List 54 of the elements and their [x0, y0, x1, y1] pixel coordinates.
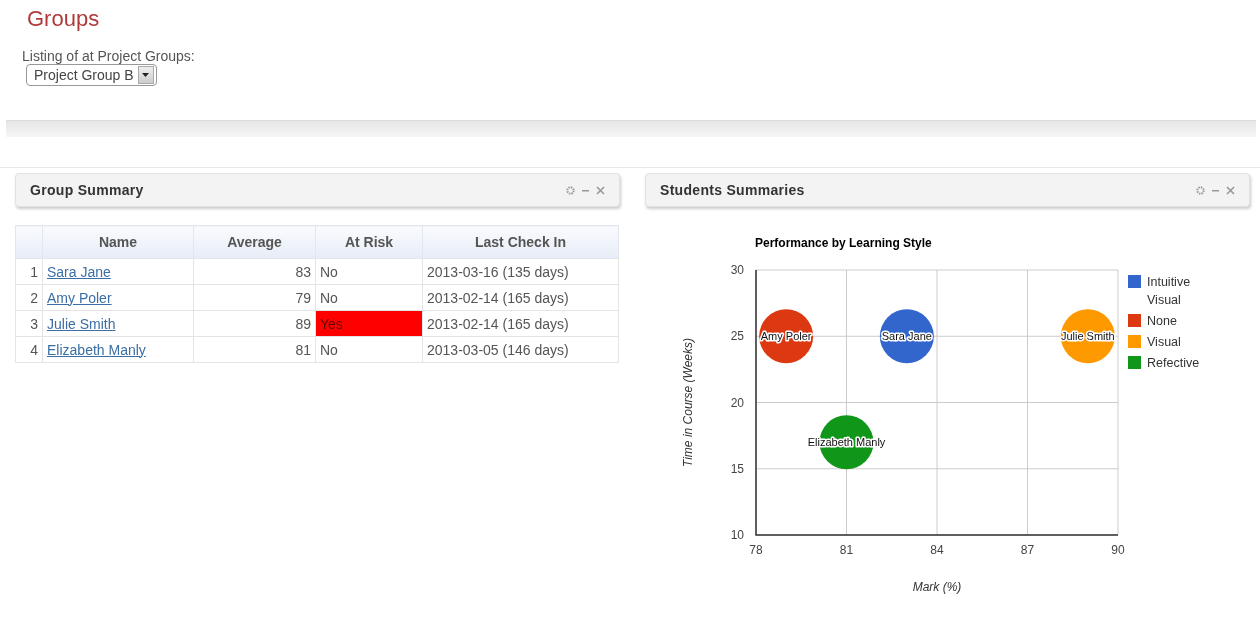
x-tick-label: 87: [1020, 543, 1035, 557]
table-cell: 2013-03-16 (135 days): [422, 258, 619, 285]
column-header: At Risk: [315, 225, 423, 259]
table-cell: 81: [193, 336, 316, 363]
column-header: Name: [42, 225, 194, 259]
picker-label: Listing of at Project Groups:: [22, 48, 195, 64]
caret-icon: [137, 66, 154, 84]
legend-label: Visual: [1147, 335, 1181, 349]
legend-label: Intuitive Visual: [1147, 275, 1191, 307]
close-icon[interactable]: [1226, 185, 1235, 195]
y-tick-label: 10: [730, 528, 744, 542]
x-tick-label: 90: [1111, 543, 1125, 557]
table-cell: Yes: [315, 310, 423, 337]
panel-title: Students Summaries: [660, 182, 805, 198]
x-axis-title: Mark (%): [912, 580, 962, 594]
bubble-label: Amy Poler: [760, 330, 812, 343]
group-select[interactable]: Project Group B: [26, 64, 157, 86]
table-cell: 79: [193, 284, 316, 311]
table-cell: No: [315, 258, 423, 285]
x-tick-label: 81: [839, 543, 854, 557]
y-tick-label: 15: [730, 461, 744, 476]
y-tick-label: 25: [730, 329, 744, 344]
column-header: Last Check In: [422, 225, 619, 259]
settings-icon[interactable]: [1196, 185, 1205, 195]
row-number: 3: [15, 310, 43, 337]
bubble-label: Julie Smith: [1060, 330, 1115, 343]
legend-label: Refective: [1147, 356, 1200, 370]
bubble-label: Sara Jane: [881, 330, 932, 343]
close-icon[interactable]: [596, 185, 605, 195]
y-axis-title: Time in Course (Weeks): [681, 338, 695, 467]
table-cell: 89: [193, 310, 316, 337]
column-header: Average: [193, 225, 316, 259]
bubble[interactable]: [759, 309, 814, 364]
table-cell: 2013-03-05 (146 days): [422, 336, 619, 363]
y-tick-label: 30: [730, 263, 744, 277]
x-tick-label: 78: [749, 543, 763, 557]
table-cell: 2013-02-14 (165 days): [422, 284, 619, 311]
settings-icon[interactable]: [566, 185, 575, 195]
row-number: 4: [15, 336, 43, 363]
row-number: 1: [15, 258, 43, 285]
bubble[interactable]: [879, 309, 934, 364]
table-cell: No: [315, 336, 423, 363]
panel-title: Group Summary: [30, 182, 144, 198]
legend-label: None: [1147, 314, 1177, 328]
row-number: 2: [15, 284, 43, 311]
table-header: [15, 225, 43, 259]
page-title: Groups: [26, 5, 101, 33]
x-tick-label: 84: [930, 543, 944, 557]
bubble[interactable]: [1060, 309, 1115, 364]
table-cell: 83: [193, 258, 316, 285]
table-cell: 2013-02-14 (165 days): [422, 310, 619, 337]
chart-title: Performance by Learning Style: [755, 236, 932, 250]
y-tick-label: 20: [730, 395, 744, 410]
table-cell: No: [315, 284, 423, 311]
